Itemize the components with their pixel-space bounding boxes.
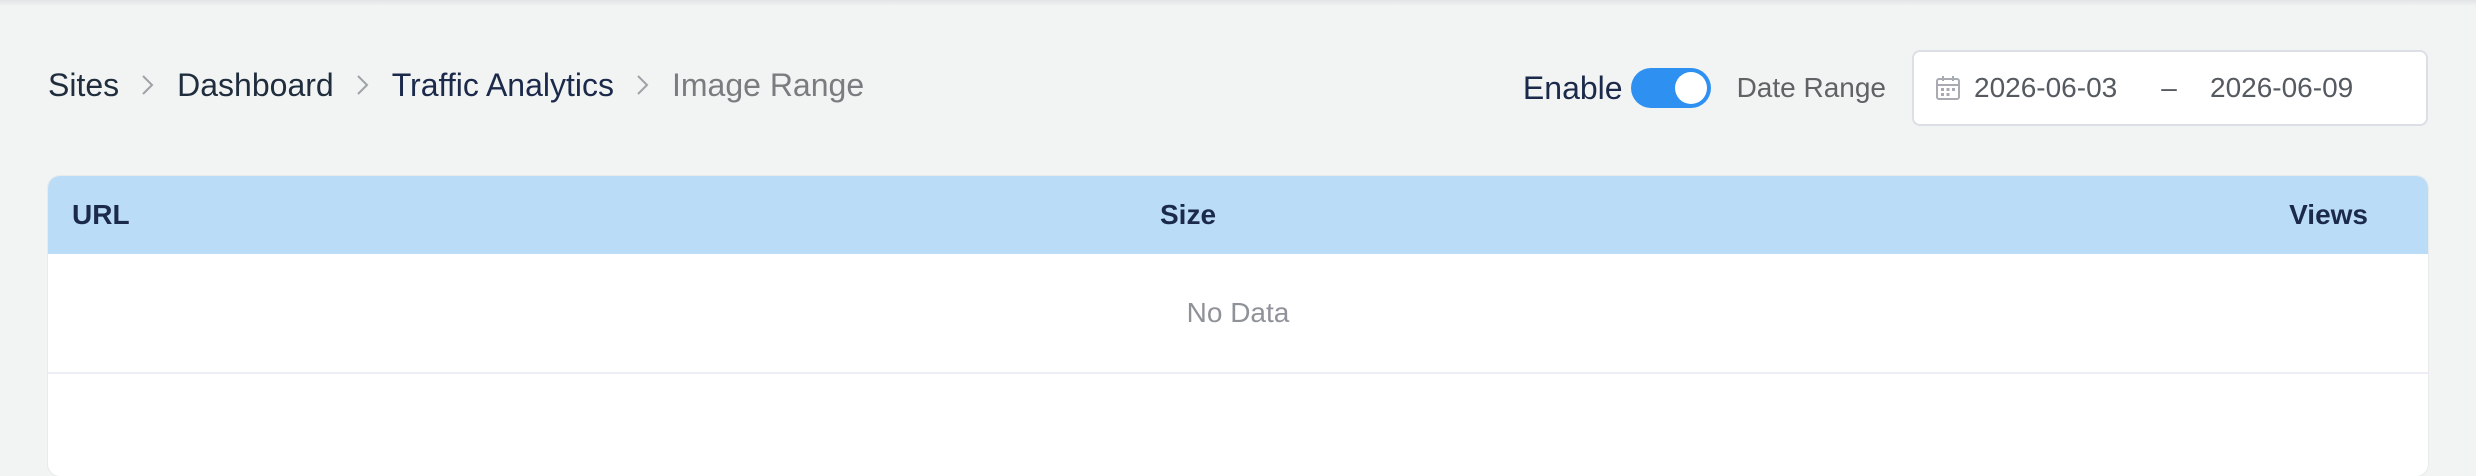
date-separator: – [2161, 72, 2177, 103]
breadcrumb-item-traffic-analytics[interactable]: Traffic Analytics [392, 67, 614, 104]
empty-state: No Data [48, 254, 2428, 374]
date-range-label: Date Range [1736, 72, 1886, 103]
enable-toggle[interactable] [1630, 68, 1711, 108]
column-header-size[interactable]: Size [1160, 176, 1216, 254]
breadcrumb-item-dashboard[interactable]: Dashboard [177, 67, 334, 104]
breadcrumb-item-image-range: Image Range [671, 66, 865, 103]
empty-state-text: No Data [1186, 297, 1290, 328]
chevron-right-icon [119, 69, 177, 101]
top-shadow [0, 0, 2476, 6]
chevron-right-icon [334, 69, 392, 101]
table-header: URL Size Views [48, 176, 2428, 254]
breadcrumb: Sites Dashboard Traffic Analytics Image … [48, 60, 864, 110]
date-range-picker[interactable]: 2026-06-03 – 2026-06-09 [1912, 50, 2428, 126]
image-range-table: URL Size Views No Data [48, 176, 2428, 476]
column-header-url[interactable]: URL [72, 176, 130, 254]
calendar-icon [1934, 74, 1962, 102]
breadcrumb-item-sites[interactable]: Sites [48, 67, 119, 104]
date-start-input[interactable]: 2026-06-03 [1974, 72, 2144, 104]
header-controls: Enable Date Range 2026-06-03 – 2026-06-0… [1523, 48, 2428, 128]
toggle-knob [1674, 72, 1707, 104]
column-header-views[interactable]: Views [2289, 176, 2368, 254]
date-end-input[interactable]: 2026-06-09 [2194, 72, 2353, 104]
enable-label: Enable [1522, 69, 1623, 106]
chevron-right-icon [614, 69, 672, 101]
